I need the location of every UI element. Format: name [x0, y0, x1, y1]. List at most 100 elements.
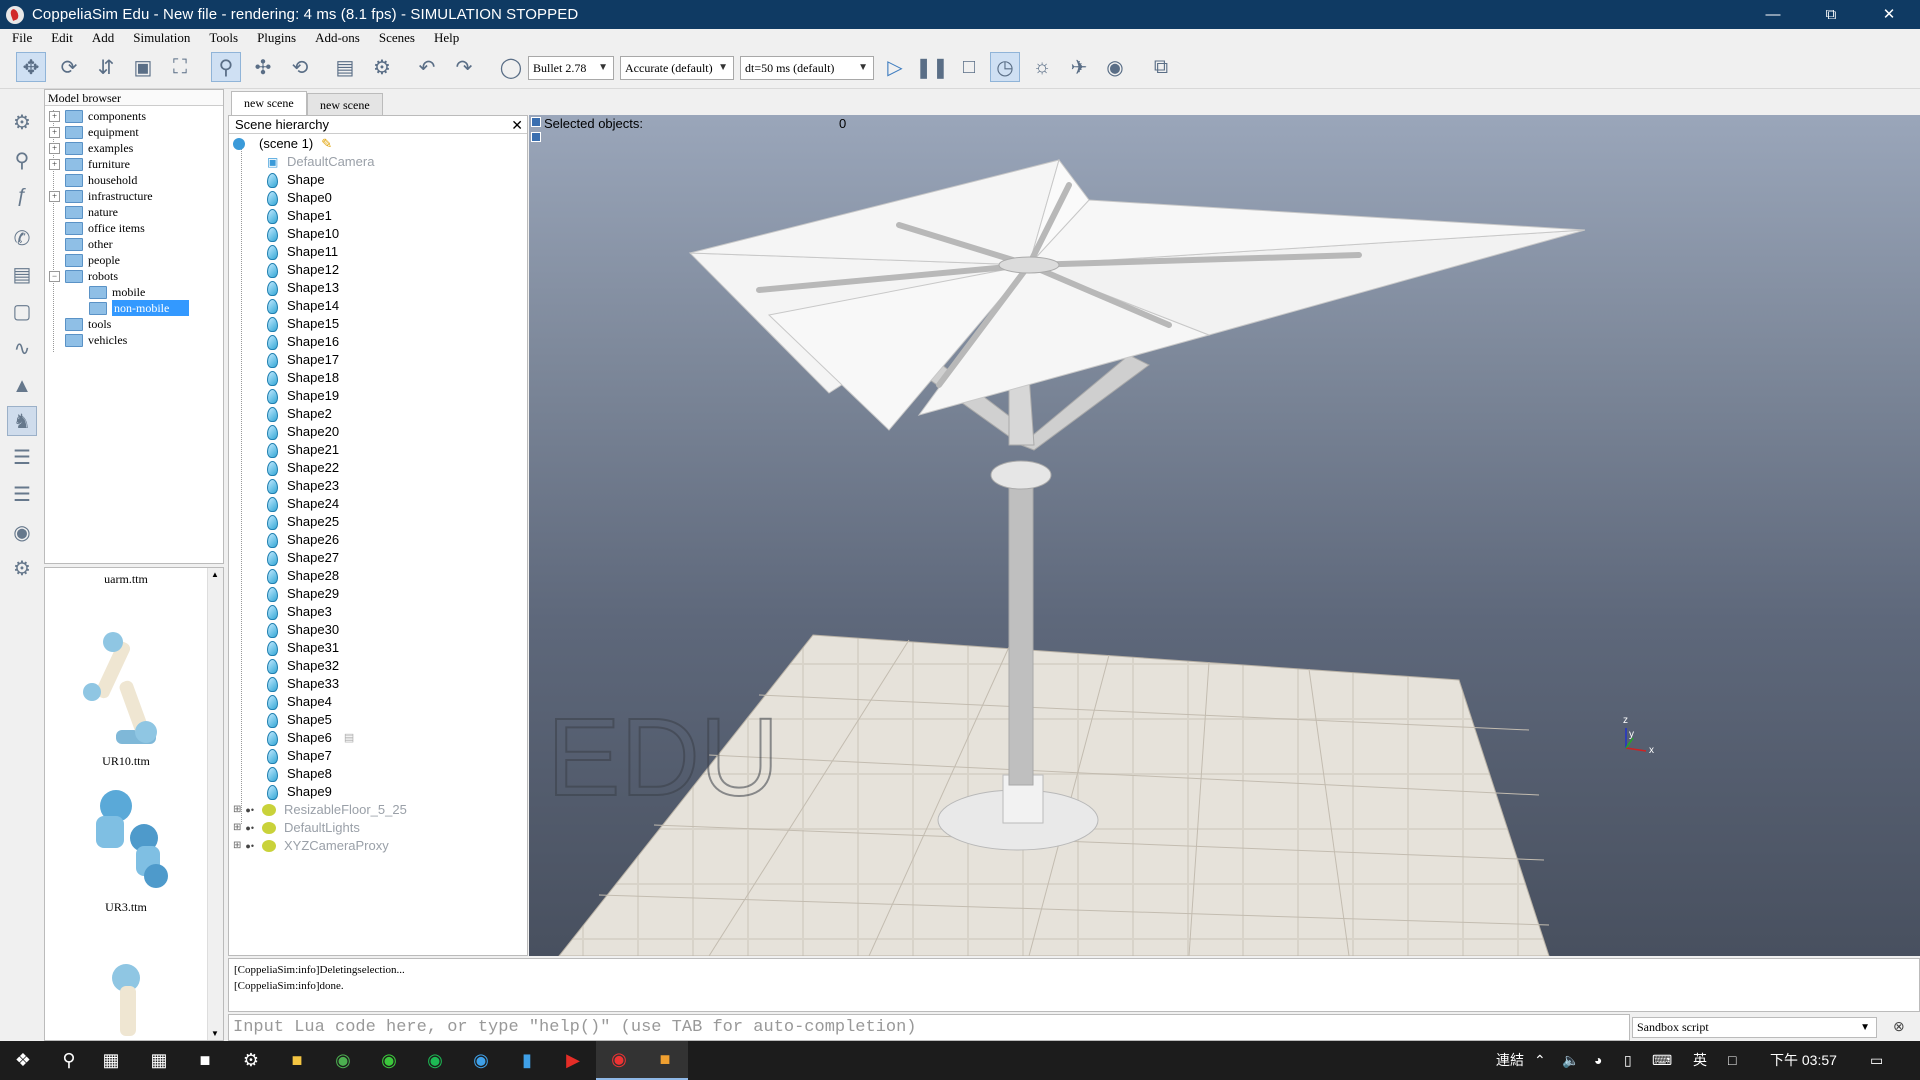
- hierarchy-item[interactable]: Shape28: [267, 567, 339, 585]
- model-folder-infrastructure[interactable]: + infrastructure: [49, 188, 153, 204]
- camera-angle-icon[interactable]: ▣: [128, 52, 158, 82]
- hierarchy-item[interactable]: Shape12: [267, 261, 339, 279]
- hierarchy-item[interactable]: Shape7: [267, 747, 332, 765]
- volume-icon[interactable]: 🔈: [1562, 1041, 1579, 1080]
- camera-shift-icon[interactable]: ⇵: [91, 52, 121, 82]
- tray-chevron-icon[interactable]: ⌃: [1534, 1041, 1546, 1080]
- start-simulation-icon[interactable]: ▷: [880, 52, 910, 82]
- ime-mode-icon[interactable]: □: [1728, 1041, 1736, 1080]
- script-selector[interactable]: Sandbox script ▼: [1632, 1017, 1877, 1038]
- slow-down-icon[interactable]: ☼: [1027, 52, 1057, 82]
- model-folder-tools[interactable]: tools: [65, 316, 111, 332]
- hierarchy-item[interactable]: Shape18: [267, 369, 339, 387]
- model-folder-components[interactable]: + components: [49, 108, 146, 124]
- scripts-icon[interactable]: ✆: [7, 223, 37, 253]
- menu-plugins[interactable]: Plugins: [245, 30, 303, 46]
- assemble-icon[interactable]: ▤: [330, 52, 360, 82]
- hierarchy-item[interactable]: Shape15: [267, 315, 339, 333]
- app-icon[interactable]: ⚙: [228, 1041, 274, 1080]
- minimize-button[interactable]: —: [1744, 0, 1802, 29]
- hierarchy-item[interactable]: Shape23: [267, 477, 339, 495]
- 3d-viewport[interactable]: Selected objects: 0 EDU z y x: [529, 115, 1920, 956]
- hierarchy-item[interactable]: Shape11: [267, 243, 338, 261]
- accuracy-select[interactable]: Accurate (default) ▼: [620, 56, 734, 80]
- hierarchy-item[interactable]: Shape17: [267, 351, 339, 369]
- model-folder-robots[interactable]: − robots: [49, 268, 118, 284]
- menu-edit[interactable]: Edit: [39, 30, 80, 46]
- hierarchy-item[interactable]: Shape19: [267, 387, 339, 405]
- model-folder-vehicles[interactable]: vehicles: [65, 332, 127, 348]
- close-button[interactable]: ✕: [1860, 0, 1918, 29]
- model-browser-icon[interactable]: ♞: [7, 406, 37, 436]
- hierarchy-item[interactable]: Shape32: [267, 657, 339, 675]
- app-icon[interactable]: ▮: [504, 1041, 550, 1080]
- scene-selector-icon[interactable]: ⧉: [1146, 52, 1176, 82]
- layers-icon[interactable]: ☰: [7, 479, 37, 509]
- hierarchy-model-item[interactable]: ⊞ ●• DefaultLights: [233, 819, 360, 837]
- camera-pan-icon[interactable]: ✥: [16, 52, 46, 82]
- hierarchy-item[interactable]: Shape24: [267, 495, 339, 513]
- stop-simulation-icon[interactable]: □: [954, 52, 984, 82]
- hierarchy-item[interactable]: Shape16: [267, 333, 339, 351]
- model-thumbnail-ur10[interactable]: UR10.ttm: [45, 620, 207, 769]
- windows-start-icon[interactable]: ❖: [0, 1041, 46, 1080]
- hierarchy-item[interactable]: Shape31: [267, 639, 339, 657]
- hierarchy-item[interactable]: Shape9: [267, 783, 332, 801]
- scene-hierarchy-icon[interactable]: ☰: [7, 442, 37, 472]
- tab-scene-1[interactable]: new scene: [231, 91, 307, 115]
- selection-icon[interactable]: ▢: [7, 296, 37, 326]
- hierarchy-model-item[interactable]: ⊞ ●• ResizableFloor_5_25: [233, 801, 407, 819]
- clear-console-icon[interactable]: ⊗: [1893, 1018, 1905, 1035]
- model-folder-examples[interactable]: + examples: [49, 140, 133, 156]
- click-select-icon[interactable]: ⚲: [211, 52, 241, 82]
- hierarchy-item[interactable]: Shape4: [267, 693, 332, 711]
- hierarchy-item[interactable]: Shape1: [267, 207, 332, 225]
- model-folder-equipment[interactable]: + equipment: [49, 124, 139, 140]
- keyboard-icon[interactable]: ⌨: [1652, 1041, 1672, 1080]
- hierarchy-item[interactable]: Shape30: [267, 621, 339, 639]
- camera-rotate-icon[interactable]: ⟳: [54, 52, 84, 82]
- store-icon[interactable]: ▦: [136, 1041, 182, 1080]
- app-icon[interactable]: ■: [642, 1041, 688, 1080]
- task-view-icon[interactable]: ▦: [88, 1041, 134, 1080]
- redo-icon[interactable]: ↷: [449, 52, 479, 82]
- wifi-icon[interactable]: ◕: [1594, 1041, 1602, 1080]
- search-icon[interactable]: ⚲: [46, 1041, 92, 1080]
- battery-icon[interactable]: ▯: [1624, 1041, 1632, 1080]
- transfer-dna-icon[interactable]: ⚙: [367, 52, 397, 82]
- model-folder-other[interactable]: other: [65, 236, 113, 252]
- line-icon[interactable]: ◉: [366, 1041, 412, 1080]
- hierarchy-item[interactable]: Shape5: [267, 711, 332, 729]
- expand-icon[interactable]: ⊞: [233, 801, 241, 819]
- hierarchy-item[interactable]: Shape33: [267, 675, 339, 693]
- ime-indicator[interactable]: 英: [1693, 1041, 1707, 1080]
- youtube-icon[interactable]: ▶: [550, 1041, 596, 1080]
- model-folder-mobile[interactable]: mobile: [89, 284, 145, 300]
- hierarchy-item[interactable]: Shape27: [267, 549, 339, 567]
- file-explorer-icon[interactable]: ■: [274, 1041, 320, 1080]
- coppeliasim-taskbar-icon[interactable]: ◉: [596, 1041, 642, 1080]
- clock[interactable]: 下午 03:57: [1770, 1041, 1837, 1080]
- visualization-icon[interactable]: ◉: [1100, 52, 1130, 82]
- video-recorder-icon[interactable]: ◉: [7, 517, 37, 547]
- hierarchy-item[interactable]: Shape10: [267, 225, 339, 243]
- hierarchy-item[interactable]: Shape2: [267, 405, 332, 423]
- hierarchy-item[interactable]: Shape14: [267, 297, 339, 315]
- menu-addons[interactable]: Add-ons: [303, 30, 367, 46]
- dynamics-icon[interactable]: ◯: [496, 52, 526, 82]
- model-folder-people[interactable]: people: [65, 252, 120, 268]
- restore-button[interactable]: ⧉: [1802, 0, 1860, 29]
- menu-add[interactable]: Add: [80, 30, 121, 46]
- menu-simulation[interactable]: Simulation: [121, 30, 197, 46]
- expand-icon[interactable]: ⊞: [233, 837, 241, 855]
- simulation-settings-icon[interactable]: ⚙: [7, 107, 37, 137]
- model-folder-household[interactable]: household: [65, 172, 137, 188]
- object-rotate-icon[interactable]: ⟲: [285, 52, 315, 82]
- spotify-icon[interactable]: ◉: [412, 1041, 458, 1080]
- model-thumbnail-partial[interactable]: [45, 958, 207, 1040]
- hierarchy-item[interactable]: Shape13: [267, 279, 339, 297]
- math-fx-icon[interactable]: ƒ: [7, 181, 37, 211]
- expand-icon[interactable]: ⊞: [233, 819, 241, 837]
- hierarchy-item[interactable]: Shape0: [267, 189, 332, 207]
- hierarchy-item[interactable]: Shape: [267, 171, 325, 189]
